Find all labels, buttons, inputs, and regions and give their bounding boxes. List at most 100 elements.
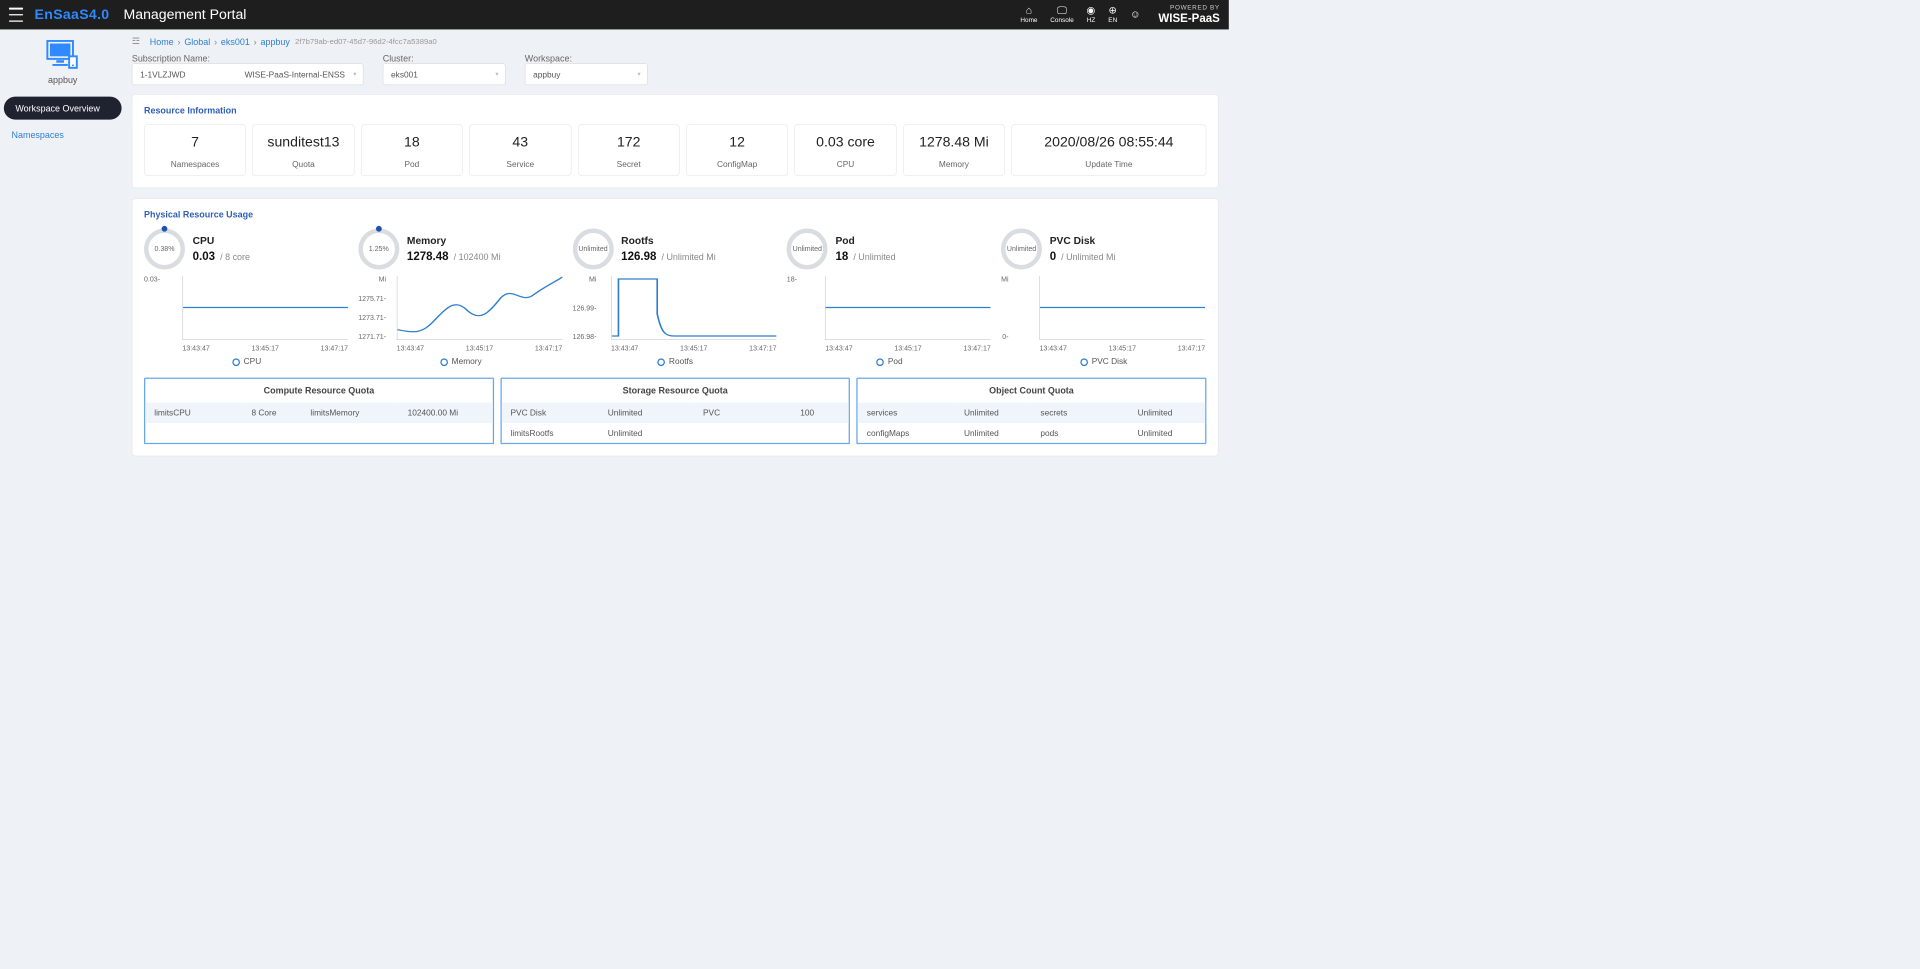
compute-quota-title: Compute Resource Quota <box>145 379 492 402</box>
legend-marker-icon <box>1080 358 1088 366</box>
sidebar-item-workspace-overview[interactable]: Workspace Overview <box>4 97 122 120</box>
menu-toggle-icon[interactable] <box>9 6 23 24</box>
filter-bar: Subscription Name: 1-1VLZJWD WISE-PaaS-I… <box>132 53 1219 85</box>
resource-card-value: 2020/08/26 08:55:44 <box>1016 134 1202 151</box>
chart-plot <box>611 276 777 340</box>
quota-val: Unlimited <box>955 423 1031 443</box>
quota-row: servicesUnlimitedsecretsUnlimited <box>858 402 1205 422</box>
usage-chart: Mi126.99-126.98-13:43:4713:45:1713:47:17 <box>573 276 778 353</box>
subscription-name: WISE-PaaS-Internal-ENSS <box>245 69 345 79</box>
resource-card-value: 12 <box>691 134 784 151</box>
usage-chart: Mi0-13:43:4713:45:1713:47:17 <box>1001 276 1206 353</box>
object-quota-title: Object Count Quota <box>858 379 1205 402</box>
gauge-text: Unlimited <box>573 228 614 269</box>
quota-key <box>694 423 791 443</box>
subscription-select[interactable]: 1-1VLZJWD WISE-PaaS-Internal-ENSS ▾ <box>132 63 364 85</box>
quota-row <box>145 423 492 434</box>
sidebar-item-label: Workspace Overview <box>15 103 99 113</box>
usage-block: UnlimitedPod18 / Unlimited18-13:43:4713:… <box>787 228 992 366</box>
cluster-select[interactable]: eks001 ▾ <box>383 63 506 85</box>
chevron-right-icon: › <box>254 36 257 46</box>
storage-quota-panel: Storage Resource Quota PVC DiskUnlimited… <box>500 378 850 445</box>
nav-region[interactable]: ◉ HZ <box>1087 5 1096 24</box>
quota-key: pods <box>1031 423 1128 443</box>
nav-user[interactable]: ☺ <box>1130 9 1140 21</box>
crumb-workspace[interactable]: appbuy <box>260 36 289 46</box>
brand-logo: EnSaaS4.0 <box>35 6 110 23</box>
resource-card-value: 18 <box>365 134 458 151</box>
resource-card-label: Service <box>474 159 567 169</box>
resource-info-title: Resource Information <box>144 105 1206 115</box>
chevron-down-icon: ▾ <box>353 71 356 78</box>
gauge-text: 0.38% <box>144 228 185 269</box>
crumb-uuid: 2f7b79ab-ed07-45d7-96d2-4fcc7a5389a0 <box>295 37 437 46</box>
cluster-value: eks001 <box>391 69 418 79</box>
resource-card: 7Namespaces <box>144 124 246 176</box>
quota-key: secrets <box>1031 402 1128 422</box>
nav-console[interactable]: 🖵 Console <box>1050 5 1073 24</box>
chart-plot <box>397 276 563 340</box>
quota-key: limitsCPU <box>145 402 242 422</box>
crumb-cluster[interactable]: eks001 <box>221 36 250 46</box>
resource-card: 12ConfigMap <box>686 124 788 176</box>
crumb-home[interactable]: Home <box>150 36 174 46</box>
gauge-icon: Unlimited <box>573 228 614 269</box>
quota-val <box>791 423 849 443</box>
workspace-select[interactable]: appbuy ▾ <box>525 63 648 85</box>
resource-card-value: sunditest13 <box>257 134 350 151</box>
usage-block: Unlimited Rootfs 126.98 / Unlimited Mi Mi12… <box>573 228 778 366</box>
resource-card: 18 Pod <box>361 124 463 176</box>
chart-legend: PVC Disk <box>1001 356 1206 366</box>
quota-val <box>399 423 493 434</box>
chart-plot <box>182 276 348 340</box>
nav-language[interactable]: ⊕ EN <box>1108 5 1117 24</box>
quota-val: Unlimited <box>1129 402 1205 422</box>
chart-yaxis: Mi1275.71-1273.71-1271.71- <box>358 276 388 341</box>
usage-chart: Mi1275.71-1273.71-1271.71-13:43:4713:45:… <box>358 276 563 353</box>
quota-row: PVC DiskUnlimitedPVC100 <box>502 402 849 422</box>
crumb-global[interactable]: Global <box>184 36 210 46</box>
home-icon: ⌂ <box>1020 5 1037 17</box>
quota-val <box>243 423 302 434</box>
resource-card: 172Secret <box>578 124 680 176</box>
quota-val: 100 <box>791 402 849 422</box>
resource-card-label: Pod <box>365 159 458 169</box>
nav-home[interactable]: ⌂ Home <box>1020 5 1037 24</box>
chart-yaxis: 0.03- <box>144 276 163 341</box>
resource-card: 43Service <box>469 124 571 176</box>
chart-yaxis: Mi126.99-126.98- <box>573 276 599 341</box>
usage-title: PVC Disk <box>1050 235 1116 247</box>
chart-legend: Pod <box>787 356 992 366</box>
workspace-name: appbuy <box>0 75 125 85</box>
resource-card-label: Update Time <box>1016 159 1202 169</box>
usage-value: 126.98 / Unlimited Mi <box>621 249 716 262</box>
powered-by: POWERED BY WISE-PaaS <box>1158 5 1219 24</box>
resource-card-label: Quota <box>257 159 350 169</box>
quota-val: Unlimited <box>1129 423 1205 443</box>
quota-row: limitsRootfsUnlimited <box>502 423 849 443</box>
subscription-code: 1-1VLZJWD <box>140 69 210 79</box>
usage-chart: 0.03- 13:43:4713:45:1713:47:17 <box>144 276 349 353</box>
quota-key: PVC <box>694 402 791 422</box>
chart-xaxis: 13:43:4713:45:1713:47:17 <box>182 345 348 353</box>
gauge-text: Unlimited <box>787 228 828 269</box>
chart-legend: Memory <box>358 356 563 366</box>
main-content: ☲ Home › Global › eks001 › appbuy 2f7b79… <box>125 29 1228 620</box>
legend-marker-icon <box>657 358 665 366</box>
quota-key: limitsRootfs <box>502 423 599 443</box>
breadcrumb-toggle-icon[interactable]: ☲ <box>132 36 144 47</box>
gauge-text: 1.25% <box>358 228 399 269</box>
resource-card: sunditest13 Quota <box>252 124 354 176</box>
resource-card-label: Secret <box>582 159 675 169</box>
quota-val: Unlimited <box>955 402 1031 422</box>
topbar: EnSaaS4.0 Management Portal ⌂ Home 🖵 Con… <box>0 0 1229 29</box>
sidebar-item-namespaces[interactable]: Namespaces <box>0 124 125 147</box>
chart-legend: CPU <box>144 356 349 366</box>
quota-val: Unlimited <box>599 402 694 422</box>
usage-title: Pod <box>835 235 895 247</box>
quota-row: configMapsUnlimitedpodsUnlimited <box>858 423 1205 443</box>
chart-legend: Rootfs <box>573 356 778 366</box>
chart-yaxis: Mi0- <box>1001 276 1011 341</box>
chart-plot <box>1039 276 1205 340</box>
gauge-icon: 0.38% <box>144 228 185 269</box>
